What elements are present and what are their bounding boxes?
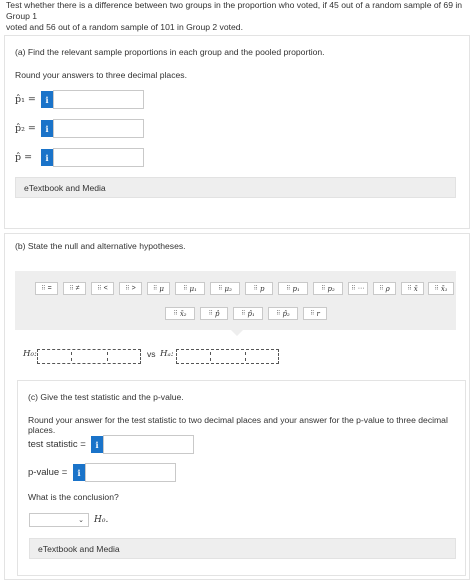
drag-handle-icon: ⠿ [97, 286, 102, 292]
drag-handle-icon: ⠿ [69, 286, 74, 292]
part-a-title: (a) Find the relevant sample proportions… [15, 47, 325, 57]
palette-btn-mu1[interactable]: ⠿ μ₁ [175, 282, 205, 295]
h0-drop-zone[interactable] [37, 349, 141, 364]
drag-handle-icon: ⠿ [407, 286, 412, 292]
palette-btn-mu2[interactable]: ⠿ μ₂ [210, 282, 240, 295]
palette-btn-p2[interactable]: ⠿ p₂ [313, 282, 343, 295]
conclusion-select[interactable]: ⌄ [29, 513, 89, 527]
part-a-instruction: Round your answers to three decimal plac… [15, 70, 187, 80]
symbol-palette: ⠿ = ⠿ ≠ ⠿ < ⠿ > ⠿ μ ⠿ μ₁ ⠿ μ₂ ⠿ p ⠿ p₁ ⠿ p₂ ⠿ ··· ⠿… [15, 271, 456, 330]
palette-btn-phat1[interactable]: ⠿ p̂₁ [233, 307, 263, 320]
test-statistic-row: test statistic = i [28, 435, 194, 454]
conclusion-suffix: H₀. [94, 515, 109, 525]
drop-slot-divider [107, 352, 108, 361]
p-value-label: p-value = [28, 467, 68, 478]
conclusion-question: What is the conclusion? [28, 492, 119, 502]
palette-btn-not-equal[interactable]: ⠿ ≠ [63, 282, 86, 295]
intro-line-1: Test whether there is a difference betwe… [6, 0, 463, 21]
pooled-row: p̂ = i [15, 148, 144, 167]
p2-label: p̂₂ = [15, 123, 36, 134]
palette-btn-greater[interactable]: ⠿ > [119, 282, 142, 295]
test-statistic-input[interactable] [103, 435, 194, 454]
info-icon[interactable]: i [91, 436, 103, 453]
drag-handle-icon: ⠿ [286, 286, 291, 292]
drop-slot-divider [245, 352, 246, 361]
drop-slot-divider [71, 352, 72, 361]
drag-handle-icon: ⠿ [379, 286, 384, 292]
drag-handle-icon: ⠿ [153, 286, 158, 292]
palette-btn-less[interactable]: ⠿ < [91, 282, 114, 295]
drag-handle-icon: ⠿ [253, 286, 259, 292]
part-c-card: (c) Give the test statistic and the p-va… [17, 380, 466, 576]
palette-btn-more[interactable]: ⠿ ··· [348, 282, 368, 295]
palette-btn-xbar[interactable]: ⠿ x̄ [401, 282, 424, 295]
part-c-instruction: Round your answer for the test statistic… [28, 415, 448, 435]
palette-btn-p1[interactable]: ⠿ p₁ [278, 282, 308, 295]
palette-btn-phat2[interactable]: ⠿ p̂₂ [268, 307, 298, 320]
palette-btn-equals[interactable]: ⠿ = [35, 282, 58, 295]
drag-handle-icon: ⠿ [208, 311, 214, 317]
part-c-title: (c) Give the test statistic and the p-va… [28, 392, 184, 402]
ha-label: Hₐ: [160, 349, 174, 359]
palette-btn-xbar1[interactable]: ⠿ x̄₁ [428, 282, 454, 295]
drop-slot-divider [210, 352, 211, 361]
p2-input[interactable] [53, 119, 144, 138]
p1-input[interactable] [53, 90, 144, 109]
drag-handle-icon: ⠿ [183, 286, 188, 292]
palette-btn-phat[interactable]: ⠿ p̂ [200, 307, 228, 320]
drag-handle-icon: ⠿ [173, 311, 178, 317]
p-value-input[interactable] [85, 463, 176, 482]
test-statistic-label: test statistic = [28, 439, 86, 450]
palette-pointer [231, 330, 243, 336]
drag-handle-icon: ⠿ [41, 286, 46, 292]
p2-row: p̂₂ = i [15, 119, 144, 138]
drag-handle-icon: ⠿ [276, 311, 281, 317]
h0-label: H₀: [23, 349, 37, 359]
part-b-card: (b) State the null and alternative hypot… [4, 233, 470, 580]
p-value-row: p-value = i [28, 463, 176, 482]
etextbook-button[interactable]: eTextbook and Media [29, 538, 456, 559]
etextbook-button[interactable]: eTextbook and Media [15, 177, 456, 198]
p1-label: p̂₁ = [15, 94, 36, 105]
ha-drop-zone[interactable] [176, 349, 279, 364]
drag-handle-icon: ⠿ [351, 286, 356, 292]
pooled-label: p̂ = [15, 152, 33, 163]
intro-line-2: voted and 56 out of a random sample of 1… [6, 22, 243, 32]
drag-handle-icon: ⠿ [321, 286, 326, 292]
drag-handle-icon: ⠿ [434, 286, 439, 292]
info-icon[interactable]: i [73, 464, 85, 481]
pooled-input[interactable] [53, 148, 144, 167]
info-icon[interactable]: i [41, 91, 53, 108]
question-intro: Test whether there is a difference betwe… [6, 0, 468, 33]
vs-label: vs [147, 349, 156, 359]
drag-handle-icon: ⠿ [310, 311, 315, 317]
part-b-title: (b) State the null and alternative hypot… [15, 241, 186, 251]
chevron-down-icon: ⌄ [78, 517, 84, 524]
info-icon[interactable]: i [41, 120, 53, 137]
info-icon[interactable]: i [41, 149, 53, 166]
palette-btn-r[interactable]: ⠿ r [303, 307, 327, 320]
palette-btn-p[interactable]: ⠿ p [245, 282, 273, 295]
drag-handle-icon: ⠿ [218, 286, 223, 292]
drag-handle-icon: ⠿ [125, 286, 130, 292]
palette-btn-rho[interactable]: ⠿ ρ [373, 282, 396, 295]
drag-handle-icon: ⠿ [241, 311, 246, 317]
part-a-card: (a) Find the relevant sample proportions… [4, 35, 470, 229]
p1-row: p̂₁ = i [15, 90, 144, 109]
palette-btn-xbar2[interactable]: ⠿ x̄₂ [165, 307, 195, 320]
palette-btn-mu[interactable]: ⠿ μ [147, 282, 170, 295]
